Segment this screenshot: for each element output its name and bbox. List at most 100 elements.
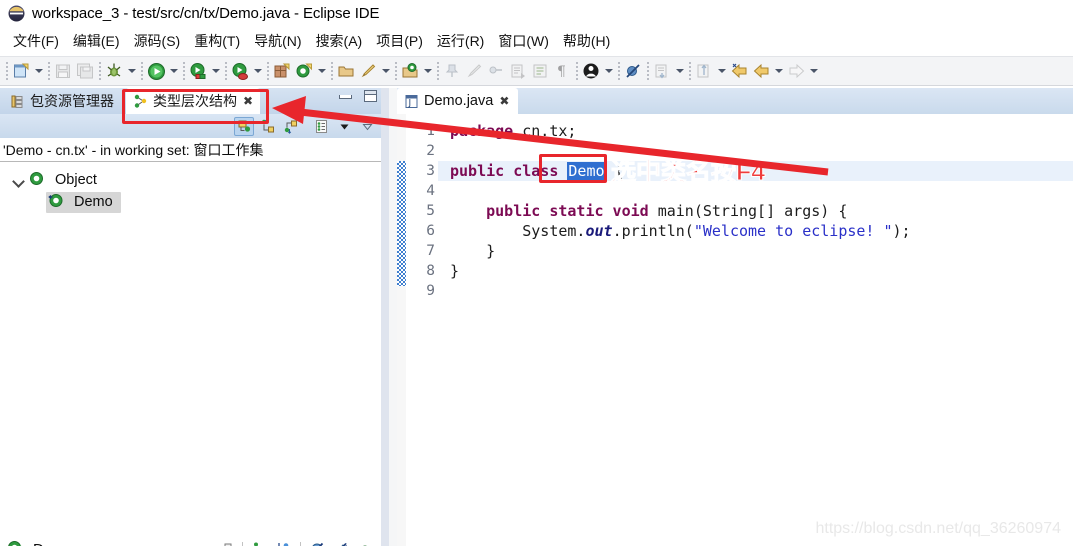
- minimize-icon[interactable]: [339, 91, 352, 101]
- close-icon[interactable]: ✖: [499, 94, 509, 108]
- back-icon[interactable]: [750, 60, 772, 82]
- close-icon[interactable]: ✖: [243, 94, 253, 108]
- user-dropdown-icon[interactable]: [602, 60, 615, 82]
- tab-demo-java[interactable]: J Demo.java ✖: [397, 88, 519, 114]
- hierarchy-tree[interactable]: Object Demo: [0, 162, 381, 536]
- forward-icon[interactable]: [785, 60, 807, 82]
- pin-editor-icon[interactable]: [441, 60, 463, 82]
- back-history-icon[interactable]: [728, 60, 750, 82]
- java-file-icon: J: [404, 94, 419, 109]
- run-server-dropdown-icon[interactable]: [209, 60, 222, 82]
- run-icon[interactable]: [145, 60, 167, 82]
- code-token: System.: [450, 222, 586, 240]
- code-text-area[interactable]: package cn.tx; public class Demo { publi…: [438, 114, 1073, 546]
- new-icon[interactable]: [10, 60, 32, 82]
- menu-window[interactable]: 窗口(W): [491, 29, 556, 53]
- run-dropdown-icon[interactable]: [167, 60, 180, 82]
- hide-static-icon[interactable]: s: [331, 540, 351, 546]
- no-breakpoint-icon[interactable]: [622, 60, 644, 82]
- coverage-icon[interactable]: [229, 60, 251, 82]
- chevron-down-icon[interactable]: [12, 173, 26, 187]
- tree-item-label: Object: [55, 172, 97, 188]
- save-icon[interactable]: [52, 60, 74, 82]
- code-editor: J Demo.java ✖ 1 2 3 4 5 6 7 8 9 package …: [397, 88, 1073, 546]
- show-members-icon[interactable]: [311, 117, 331, 136]
- search-marker-icon[interactable]: [357, 60, 379, 82]
- show-inherited-icon[interactable]: [249, 540, 269, 546]
- code-line[interactable]: package cn.tx;: [450, 121, 1073, 141]
- debug-icon[interactable]: [103, 60, 125, 82]
- menu-navigate[interactable]: 导航(N): [247, 29, 308, 53]
- menu-run[interactable]: 运行(R): [430, 29, 491, 53]
- menu-refactor[interactable]: 重构(T): [187, 29, 247, 53]
- step-into-icon[interactable]: [651, 60, 673, 82]
- tree-row[interactable]: Object: [0, 169, 381, 191]
- toolbar-separator: [264, 61, 271, 81]
- step-return-icon[interactable]: [693, 60, 715, 82]
- menu-file[interactable]: 文件(F): [6, 29, 66, 53]
- code-line[interactable]: [450, 281, 1073, 301]
- line-number: 2: [426, 143, 435, 159]
- new-dropdown-icon[interactable]: [32, 60, 45, 82]
- vertical-sash[interactable]: [381, 88, 389, 546]
- pilcrow-icon[interactable]: ¶: [551, 60, 573, 82]
- code-token: {: [605, 162, 624, 180]
- code-line[interactable]: [450, 141, 1073, 161]
- debug-dropdown-icon[interactable]: [125, 60, 138, 82]
- open-package-dropdown-icon[interactable]: [421, 60, 434, 82]
- view-menu-icon[interactable]: [334, 117, 354, 136]
- member-list-toolbar: s: [215, 540, 375, 546]
- code-line[interactable]: public class Demo {: [438, 161, 1073, 181]
- show-type-hierarchy-icon[interactable]: [234, 116, 254, 136]
- lock-view-icon[interactable]: [215, 540, 235, 546]
- step-return-dropdown-icon[interactable]: [715, 60, 728, 82]
- search-marker-dropdown-icon[interactable]: [379, 60, 392, 82]
- open-type-icon[interactable]: [335, 60, 357, 82]
- code-token: "Welcome to eclipse! ": [693, 222, 893, 240]
- menu-source[interactable]: 源码(S): [127, 29, 188, 53]
- code-line[interactable]: System.out.println("Welcome to eclipse! …: [450, 221, 1073, 241]
- coverage-dropdown-icon[interactable]: [251, 60, 264, 82]
- menu-help[interactable]: 帮助(H): [556, 29, 617, 53]
- step-into-dropdown-icon[interactable]: [673, 60, 686, 82]
- show-subtype-hierarchy-icon[interactable]: [280, 117, 300, 136]
- view-minimize-icon[interactable]: [357, 117, 377, 136]
- save-all-icon[interactable]: [74, 60, 96, 82]
- code-line[interactable]: [450, 181, 1073, 201]
- tab-package-explorer[interactable]: 包资源管理器: [3, 88, 121, 114]
- open-package-icon[interactable]: [399, 60, 421, 82]
- new-class-dropdown-icon[interactable]: [315, 60, 328, 82]
- vertical-sash-secondary[interactable]: [389, 88, 397, 546]
- pencil-icon[interactable]: [463, 60, 485, 82]
- user-icon[interactable]: [580, 60, 602, 82]
- toggle-block-icon[interactable]: [529, 60, 551, 82]
- type-hierarchy-view: 包资源管理器 类型层次结构 ✖ 'Demo - cn.tx' - in work…: [0, 88, 381, 546]
- back-dropdown-icon[interactable]: [772, 60, 785, 82]
- menu-project[interactable]: 项目(P): [369, 29, 430, 53]
- menu-edit[interactable]: 编辑(E): [66, 29, 127, 53]
- sort-icon[interactable]: [273, 540, 293, 546]
- next-annotation-icon[interactable]: [507, 60, 529, 82]
- changed-lines-marker: [397, 161, 406, 286]
- show-supertype-hierarchy-icon[interactable]: [257, 117, 277, 136]
- code-line[interactable]: }: [450, 241, 1073, 261]
- tab-type-hierarchy[interactable]: 类型层次结构 ✖: [126, 88, 261, 114]
- code-line[interactable]: public static void main(String[] args) {: [450, 201, 1073, 221]
- code-token: }: [450, 242, 496, 260]
- annotation-icon[interactable]: [485, 60, 507, 82]
- hide-fields-icon[interactable]: [307, 540, 327, 546]
- tree-row[interactable]: Demo: [0, 191, 381, 213]
- code-line[interactable]: }: [450, 261, 1073, 281]
- new-java-project-icon[interactable]: [271, 60, 293, 82]
- menu-search[interactable]: 搜索(A): [309, 29, 370, 53]
- hide-nonpublic-icon[interactable]: [355, 540, 375, 546]
- line-number: 3: [426, 163, 435, 179]
- run-server-icon[interactable]: [187, 60, 209, 82]
- new-class-icon[interactable]: [293, 60, 315, 82]
- member-list-header: Demo: [0, 536, 381, 546]
- forward-dropdown-icon[interactable]: [807, 60, 820, 82]
- eclipse-window: workspace_3 - test/src/cn/tx/Demo.java -…: [0, 0, 1073, 546]
- maximize-icon[interactable]: [364, 90, 377, 102]
- package-explorer-icon: [10, 94, 25, 109]
